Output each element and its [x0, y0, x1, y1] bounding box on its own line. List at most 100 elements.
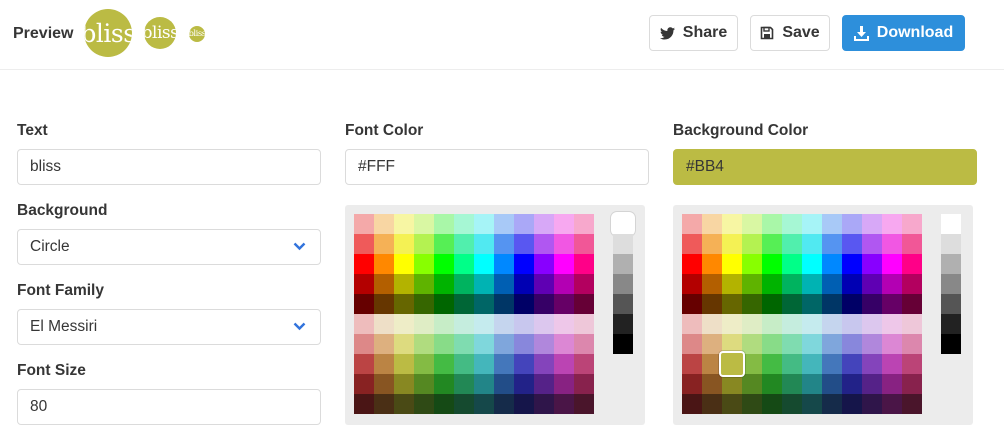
background-color-swatch[interactable]	[862, 394, 882, 414]
font-color-swatch[interactable]	[494, 394, 514, 414]
font-color-swatch[interactable]	[414, 334, 434, 354]
font-color-swatch[interactable]	[514, 374, 534, 394]
background-color-swatch[interactable]	[762, 214, 782, 234]
background-color-swatch[interactable]	[802, 314, 822, 334]
background-color-swatch[interactable]	[682, 394, 702, 414]
background-color-swatch[interactable]	[902, 234, 922, 254]
font-color-swatch[interactable]	[434, 374, 454, 394]
background-color-swatch[interactable]	[782, 294, 802, 314]
font-color-swatch[interactable]	[374, 374, 394, 394]
font-color-swatch[interactable]	[374, 254, 394, 274]
font-color-swatch[interactable]	[394, 334, 414, 354]
font-color-swatch[interactable]	[574, 394, 594, 414]
font-color-swatch[interactable]	[354, 394, 374, 414]
font-color-swatch[interactable]	[454, 334, 474, 354]
font-color-swatch[interactable]	[354, 374, 374, 394]
background-color-swatch[interactable]	[702, 394, 722, 414]
background-color-swatch[interactable]	[882, 354, 902, 374]
background-color-swatch[interactable]	[702, 274, 722, 294]
background-color-swatch[interactable]	[782, 234, 802, 254]
font-color-swatch[interactable]	[514, 394, 534, 414]
font-color-swatch[interactable]	[534, 394, 554, 414]
font-size-input[interactable]: 80	[17, 389, 321, 425]
font-color-swatch[interactable]	[414, 374, 434, 394]
background-color-swatch[interactable]	[682, 374, 702, 394]
font-color-swatch[interactable]	[554, 374, 574, 394]
background-color-swatch[interactable]	[862, 214, 882, 234]
background-color-swatch[interactable]	[802, 294, 822, 314]
background-color-swatch[interactable]	[802, 214, 822, 234]
background-color-swatch[interactable]	[682, 294, 702, 314]
font-color-swatch[interactable]	[354, 234, 374, 254]
background-color-swatch[interactable]	[702, 334, 722, 354]
font-color-swatch[interactable]	[514, 234, 534, 254]
background-color-swatch[interactable]	[882, 234, 902, 254]
font-color-swatch[interactable]	[374, 294, 394, 314]
font-color-swatch[interactable]	[474, 294, 494, 314]
background-color-swatch[interactable]	[842, 274, 862, 294]
font-color-swatch[interactable]	[554, 354, 574, 374]
background-color-swatch[interactable]	[722, 254, 742, 274]
background-color-swatch[interactable]	[842, 254, 862, 274]
font-color-swatch[interactable]	[414, 234, 434, 254]
background-color-swatch[interactable]	[742, 334, 762, 354]
background-color-swatch[interactable]	[722, 294, 742, 314]
background-color-swatch[interactable]	[682, 354, 702, 374]
background-color-swatch[interactable]	[822, 294, 842, 314]
background-color-swatch[interactable]	[782, 214, 802, 234]
background-color-swatch[interactable]	[702, 374, 722, 394]
font-color-swatch[interactable]	[354, 254, 374, 274]
font-color-swatch[interactable]	[454, 254, 474, 274]
background-color-swatch[interactable]	[862, 334, 882, 354]
font-color-swatch[interactable]	[374, 334, 394, 354]
font-color-swatch[interactable]	[494, 214, 514, 234]
background-color-swatch[interactable]	[782, 254, 802, 274]
font-color-swatch[interactable]	[454, 374, 474, 394]
background-color-swatch[interactable]	[722, 374, 742, 394]
background-color-swatch[interactable]	[822, 274, 842, 294]
font-color-swatch[interactable]	[574, 254, 594, 274]
font-color-swatch[interactable]	[374, 214, 394, 234]
background-color-swatch[interactable]	[802, 274, 822, 294]
background-color-swatch[interactable]	[822, 314, 842, 334]
background-color-swatch[interactable]	[762, 374, 782, 394]
background-color-swatch[interactable]	[722, 394, 742, 414]
font-color-swatch[interactable]	[534, 374, 554, 394]
font-color-swatch[interactable]	[434, 254, 454, 274]
background-color-swatch[interactable]	[862, 234, 882, 254]
font-color-swatch[interactable]	[494, 234, 514, 254]
font-color-swatch[interactable]	[414, 394, 434, 414]
background-color-swatch[interactable]	[902, 294, 922, 314]
font-color-swatch[interactable]	[574, 214, 594, 234]
font-color-swatch[interactable]	[434, 274, 454, 294]
background-color-swatch[interactable]	[882, 394, 902, 414]
font-color-swatch[interactable]	[414, 274, 434, 294]
font-color-swatch[interactable]	[354, 274, 374, 294]
background-color-swatch[interactable]	[862, 354, 882, 374]
font-color-gray-swatch[interactable]	[613, 314, 633, 334]
font-color-swatch[interactable]	[574, 294, 594, 314]
background-color-swatch[interactable]	[722, 314, 742, 334]
font-color-gray-swatch[interactable]	[613, 274, 633, 294]
background-color-swatch[interactable]	[842, 234, 862, 254]
background-color-swatch[interactable]	[842, 214, 862, 234]
font-color-swatch[interactable]	[454, 394, 474, 414]
background-color-swatch[interactable]	[782, 394, 802, 414]
font-color-gray-swatch[interactable]	[613, 234, 633, 254]
background-color-swatch[interactable]	[842, 354, 862, 374]
font-color-swatch[interactable]	[494, 314, 514, 334]
font-color-swatch[interactable]	[514, 354, 534, 374]
font-color-swatch[interactable]	[454, 354, 474, 374]
font-color-swatch[interactable]	[474, 374, 494, 394]
background-color-swatch[interactable]	[722, 214, 742, 234]
font-color-swatch[interactable]	[534, 254, 554, 274]
background-color-swatch[interactable]	[842, 374, 862, 394]
font-color-swatch[interactable]	[374, 394, 394, 414]
font-color-swatch[interactable]	[494, 254, 514, 274]
font-color-swatch[interactable]	[354, 294, 374, 314]
background-color-swatch[interactable]	[782, 314, 802, 334]
background-color-swatch[interactable]	[802, 374, 822, 394]
background-color-swatch[interactable]	[802, 394, 822, 414]
font-color-swatch[interactable]	[374, 234, 394, 254]
font-color-swatch[interactable]	[494, 274, 514, 294]
